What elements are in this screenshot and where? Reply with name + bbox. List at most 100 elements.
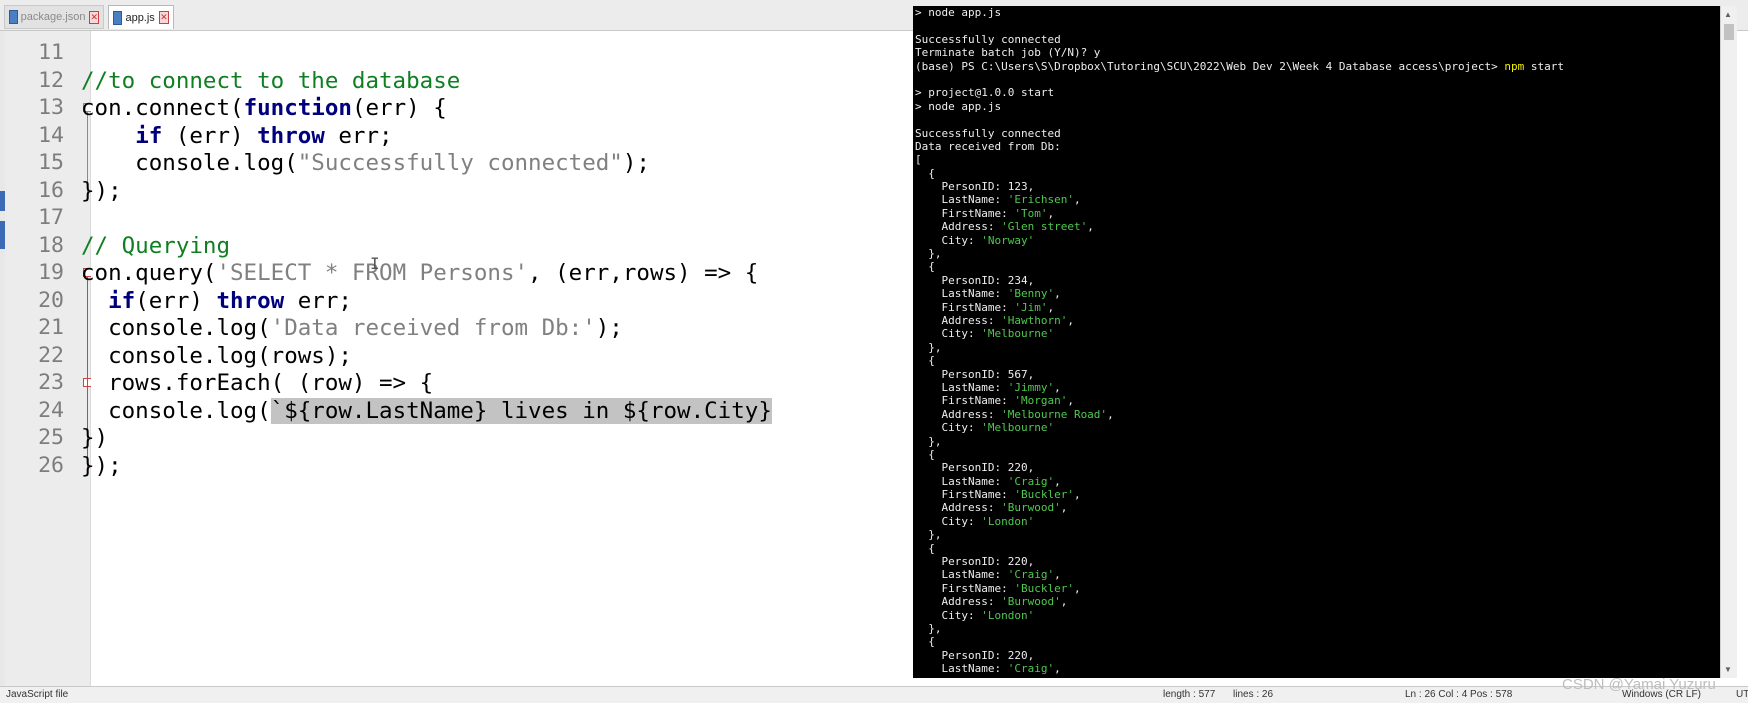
terminal-line: (base) PS C:\Users\S\Dropbox\Tutoring\SC… <box>915 60 1564 73</box>
watermark: CSDN @Yamai Yuzuru <box>1562 676 1716 693</box>
line-number: 13 <box>38 95 64 120</box>
terminal-token: City: <box>915 514 982 528</box>
code-token: (err) <box>135 287 217 314</box>
code-line: //to connect to the database <box>81 66 460 96</box>
code-line: if (err) throw err; <box>81 121 392 151</box>
tab-label: app.js <box>125 11 155 24</box>
status-length: length : 577 <box>1163 689 1216 700</box>
terminal-token: City: <box>915 233 982 247</box>
terminal-line: Terminate batch job (Y/N)? y <box>915 46 1564 59</box>
tab-package-json[interactable]: package.json ✕ <box>4 5 104 29</box>
terminal-token: { <box>915 166 935 180</box>
terminal-line: PersonID: 220, <box>915 461 1564 474</box>
terminal-line: Address: 'Burwood', <box>915 595 1564 608</box>
terminal-token: }, <box>915 340 942 354</box>
terminal-token: FirstName: <box>915 581 1015 595</box>
code-line: }) <box>81 423 108 453</box>
terminal-line: LastName: 'Jimmy', <box>915 381 1564 394</box>
terminal-line: FirstName: 'Jim', <box>915 301 1564 314</box>
terminal-token: PersonID: 567, <box>915 367 1035 381</box>
terminal-token: 'Glen street' <box>1001 220 1088 234</box>
code-token: function <box>243 95 352 121</box>
terminal-line: City: 'London' <box>915 515 1564 528</box>
terminal-token: PersonID: 220, <box>915 555 1035 569</box>
terminal-line: City: 'Melbourne' <box>915 327 1564 340</box>
scroll-down-icon[interactable]: ▼ <box>1724 665 1732 674</box>
terminal-line: Data received from Db: <box>915 140 1564 153</box>
code-token: `${row.LastName} lives in ${row.City} <box>270 397 772 424</box>
code-token: (err) <box>162 122 258 149</box>
terminal-token: 'London' <box>981 514 1035 528</box>
terminal-line: LastName: 'Craig', <box>915 662 1564 675</box>
terminal-token: 'Burwood' <box>1001 595 1061 609</box>
code-token: // Querying <box>81 232 231 259</box>
code-token: if <box>108 287 136 314</box>
terminal-line: FirstName: 'Tom', <box>915 207 1564 220</box>
terminal-token: FirstName: <box>915 206 1015 220</box>
terminal-line: [ <box>915 153 1564 166</box>
terminal-line: }, <box>915 247 1564 260</box>
terminal-token: LastName: <box>915 380 1008 394</box>
terminal-token: PersonID: 123, <box>915 180 1035 194</box>
terminal-token: Address: <box>915 595 1002 609</box>
line-number: 24 <box>38 397 64 423</box>
line-number: 25 <box>38 425 64 450</box>
terminal-token: LastName: <box>915 662 1008 676</box>
line-number: 22 <box>38 342 64 368</box>
code-line: console.log(`${row.LastName} lives in ${… <box>81 396 772 426</box>
terminal-line: LastName: 'Craig', <box>915 568 1564 581</box>
terminal-token: City: <box>915 608 982 622</box>
text-cursor-icon: I <box>370 254 380 273</box>
close-icon[interactable]: ✕ <box>89 10 99 24</box>
line-number: 11 <box>38 40 64 65</box>
code-token: }); <box>81 177 122 204</box>
terminal-token: { <box>915 635 935 649</box>
terminal-line: }, <box>915 341 1564 354</box>
terminal-token: 'Melbourne Road' <box>1001 407 1108 421</box>
terminal-line: { <box>915 354 1564 367</box>
tab-app-js[interactable]: app.js ✕ <box>108 5 174 29</box>
terminal-token: PersonID: 220, <box>915 648 1035 662</box>
line-number: 23 <box>38 370 64 395</box>
code-line: // Querying <box>81 231 230 261</box>
code-token: }) <box>81 425 109 451</box>
tab-label: package.json <box>20 11 86 23</box>
terminal-token: 'Craig' <box>1007 568 1055 582</box>
line-number: 20 <box>38 287 64 313</box>
terminal-token: 'Hawthorn' <box>1001 313 1068 327</box>
terminal-token: Address: <box>915 407 1002 421</box>
code-token: ); <box>622 150 650 176</box>
terminal-line: PersonID: 220, <box>915 555 1564 568</box>
terminal-line: PersonID: 123, <box>915 180 1564 193</box>
code-token: //to connect to the database <box>81 67 461 94</box>
terminal-line: Address: 'Glen street', <box>915 220 1564 233</box>
terminal-line: { <box>915 635 1564 648</box>
terminal-token: > project@1.0.0 start <box>915 86 1055 100</box>
scroll-up-icon[interactable]: ▲ <box>1724 10 1732 19</box>
code-line: con.connect(function(err) { <box>81 93 447 123</box>
terminal-token: 'Buckler' <box>1014 581 1074 595</box>
terminal-token: [ <box>915 153 922 167</box>
terminal-token: , <box>1054 380 1061 394</box>
terminal-line: { <box>915 167 1564 180</box>
terminal-window[interactable]: > node app.js Successfully connected Termi… <box>913 6 1720 678</box>
terminal-line: }, <box>915 622 1564 635</box>
terminal-line: PersonID: 234, <box>915 274 1564 287</box>
terminal-token: FirstName: <box>915 394 1015 408</box>
terminal-line: LastName: 'Craig', <box>915 475 1564 488</box>
terminal-line: Address: 'Melbourne Road', <box>915 408 1564 421</box>
status-encoding: UTF <box>1736 689 1748 700</box>
code-token: (err) { <box>351 95 447 121</box>
terminal-token: City: <box>915 421 982 435</box>
code-token: }); <box>81 452 122 479</box>
terminal-token: start <box>1524 59 1565 73</box>
terminal-token: City: <box>915 327 982 341</box>
terminal-token: , <box>1067 313 1074 327</box>
code-line: }); <box>81 451 122 481</box>
terminal-token: , <box>1107 407 1114 421</box>
terminal-token: Data received from Db: <box>915 139 1061 153</box>
scrollbar-thumb[interactable] <box>1724 24 1734 40</box>
close-icon[interactable]: ✕ <box>158 11 169 24</box>
terminal-scrollbar[interactable]: ▲ ▼ <box>1720 6 1737 678</box>
